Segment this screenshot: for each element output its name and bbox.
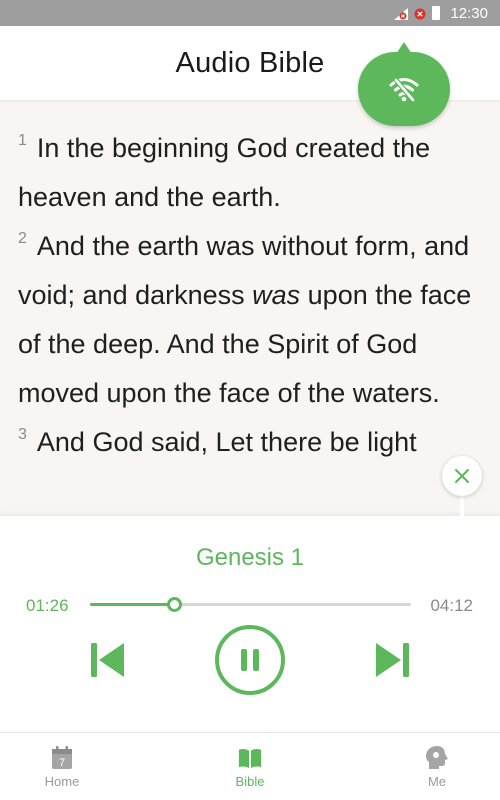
next-track-button[interactable] [372, 640, 412, 680]
calendar-badge: 7 [59, 757, 65, 769]
close-icon [455, 469, 469, 483]
verse-text: And God said, Let there be light [36, 427, 417, 457]
nav-label-home: Home [44, 774, 80, 789]
skip-next-icon [376, 643, 409, 677]
wifi-error-icon [414, 7, 426, 20]
status-time: 12:30 [450, 4, 488, 22]
elapsed-time: 01:26 [26, 596, 69, 615]
verse-text: In the beginning God created the heaven … [18, 133, 431, 212]
progress-slider[interactable] [90, 597, 411, 612]
progress-thumb[interactable] [167, 597, 183, 612]
verse-italic-word: was [252, 280, 301, 310]
nav-label-bible: Bible [235, 774, 265, 789]
nav-item-home[interactable]: 7 Home [2, 733, 122, 800]
book-icon [238, 745, 262, 771]
verse-1: 1 In the beginning God created the heaven… [18, 124, 482, 222]
skip-previous-icon [91, 643, 124, 677]
verse-2: 2 And the earth was without form, and voi… [18, 222, 482, 418]
verse-number: 1 [18, 132, 27, 149]
total-time: 04:12 [430, 596, 473, 615]
nav-item-me[interactable]: Me [377, 733, 497, 800]
pause-button[interactable] [215, 625, 285, 695]
verse-number: 2 [18, 230, 27, 247]
progress-fill [90, 603, 175, 606]
close-player-button[interactable] [442, 456, 482, 496]
chapter-title: Genesis 1 [195, 544, 305, 571]
profile-head-icon [425, 745, 449, 771]
status-bar: 12:30 [0, 0, 500, 26]
calendar-icon: 7 [50, 745, 74, 771]
no-signal-icon [394, 7, 409, 20]
scripture-reader[interactable]: 1 In the beginning God created the heaven… [0, 100, 500, 516]
nav-label-me: Me [427, 774, 447, 789]
previous-track-button[interactable] [88, 640, 128, 680]
battery-icon [432, 6, 441, 20]
pause-icon [241, 649, 259, 671]
audio-player: Genesis 1 01:26 04:12 [0, 516, 500, 732]
page-title: Audio Bible [175, 46, 325, 79]
wifi-off-icon [389, 78, 419, 102]
nav-item-bible[interactable]: Bible [190, 733, 310, 800]
verse-3: 3 And God said, Let there be light [18, 418, 482, 467]
offline-indicator-button[interactable] [358, 42, 450, 126]
bottom-nav: 7 Home Bible Me [0, 732, 500, 800]
verse-number: 3 [18, 426, 27, 443]
close-button-stem [460, 494, 464, 516]
